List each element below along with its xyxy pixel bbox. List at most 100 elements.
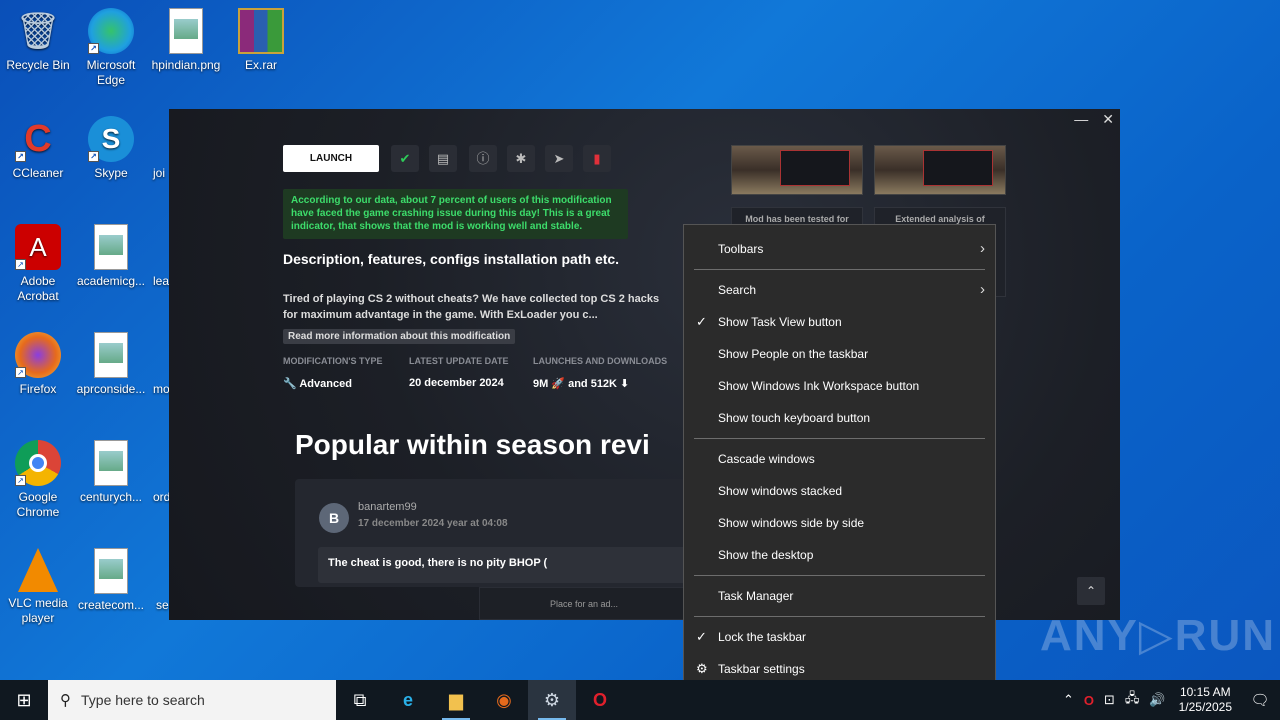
- meta-date-value: 20 december 2024: [409, 377, 504, 389]
- partial-desktop-label: ord: [153, 490, 171, 504]
- network-icon[interactable]: 🖧: [1125, 689, 1140, 711]
- desktop-icon-hpindian-png[interactable]: hpindian.png: [148, 8, 224, 73]
- acrobat-icon: A ↗: [15, 224, 61, 270]
- menu-item-show-people[interactable]: Show People on the taskbar: [684, 338, 995, 370]
- skype-icon: S ↗: [88, 116, 134, 162]
- desktop-icon-label: CCleaner: [12, 166, 64, 180]
- menu-item-cascade-windows[interactable]: Cascade windows: [684, 443, 995, 475]
- desktop-icon-label: Recycle Bin: [6, 58, 70, 72]
- ccleaner-icon: C ↗: [15, 116, 61, 162]
- meta-date-heading: LATEST UPDATE DATE: [409, 356, 509, 366]
- bug-icon[interactable]: ✱: [507, 145, 535, 172]
- tray-overflow-chevron-icon[interactable]: ⌃: [1063, 692, 1074, 708]
- meta-type-value: 🔧 Advanced: [283, 377, 352, 390]
- notification-icon[interactable]: 🗨: [1240, 691, 1280, 709]
- window-controls: — ✕: [1074, 111, 1114, 128]
- desktop-icon-ccleaner[interactable]: C ↗ CCleaner: [0, 116, 76, 181]
- opera-taskbar-icon[interactable]: O: [576, 680, 624, 720]
- desktop-icon-ex-rar[interactable]: Ex.rar: [223, 8, 299, 73]
- clock-date: 1/25/2025: [1178, 700, 1232, 714]
- edge-icon: ↗: [88, 8, 134, 54]
- menu-item-show-desktop[interactable]: Show the desktop: [684, 539, 995, 571]
- menu-item-search[interactable]: Search ›: [684, 274, 995, 306]
- menu-separator: [694, 438, 985, 439]
- desktop-icon-label: Google Chrome: [16, 490, 60, 519]
- avatar: B: [319, 503, 349, 533]
- document-icon[interactable]: ▤: [429, 145, 457, 172]
- desktop-icon-google-chrome[interactable]: ↗ Google Chrome: [0, 440, 76, 520]
- taskbar-search-input[interactable]: ⚲ Type here to search: [48, 680, 336, 720]
- scroll-top-button[interactable]: ⌃: [1077, 577, 1105, 605]
- device-tray-icon[interactable]: ⊡: [1104, 692, 1115, 708]
- winrar-archive-icon: [238, 8, 284, 54]
- search-placeholder: Type here to search: [81, 692, 205, 708]
- desktop-icon-vlc[interactable]: VLC media player: [0, 548, 76, 626]
- menu-item-windows-side-by-side[interactable]: Show windows side by side: [684, 507, 995, 539]
- desktop-icon-label: aprconside...: [76, 382, 146, 396]
- minimize-button[interactable]: —: [1074, 111, 1088, 128]
- partial-desktop-label: se: [156, 598, 169, 612]
- desktop-icon-label: centurych...: [79, 490, 143, 504]
- image-file-icon: [94, 224, 128, 270]
- clock[interactable]: 10:15 AM 1/25/2025: [1179, 685, 1232, 715]
- task-view-icon[interactable]: ⧉: [336, 680, 384, 720]
- file-explorer-icon[interactable]: ▆: [432, 680, 480, 720]
- screenshot-thumbnail[interactable]: [731, 145, 863, 195]
- read-more-button[interactable]: Read more information about this modific…: [283, 329, 516, 344]
- desktop-icon-firefox[interactable]: ↗ Firefox: [0, 332, 76, 397]
- desktop-icon-label: Firefox: [19, 382, 57, 396]
- menu-item-toolbars[interactable]: Toolbars ›: [684, 233, 995, 265]
- windows-start-icon[interactable]: ⊞: [0, 680, 48, 720]
- edge-taskbar-icon[interactable]: e: [384, 680, 432, 720]
- desktop-icon-microsoft-edge[interactable]: ↗ Microsoft Edge: [73, 8, 149, 88]
- system-tray: ⌃ O ⊡ 🖧 🔊 10:15 AM 1/25/2025 🗨: [1058, 680, 1280, 720]
- image-file-icon: [94, 440, 128, 486]
- menu-item-label: Toolbars: [718, 242, 764, 256]
- menu-item-label: Show Windows Ink Workspace button: [718, 379, 920, 393]
- opera-tray-icon[interactable]: O: [1084, 693, 1094, 708]
- exloader-taskbar-icon[interactable]: ⚙: [528, 680, 576, 720]
- delete-icon[interactable]: ▮: [583, 145, 611, 172]
- desktop-icon-academicg[interactable]: academicg...: [73, 224, 149, 289]
- desktop-icon-aprconside[interactable]: aprconside...: [73, 332, 149, 397]
- menu-item-label: Task Manager: [718, 589, 794, 603]
- image-file-icon: [169, 8, 203, 54]
- ad-placeholder[interactable]: Place for an ad...: [479, 587, 689, 620]
- menu-item-label: Show touch keyboard button: [718, 411, 871, 425]
- telegram-icon[interactable]: ➤: [545, 145, 573, 172]
- menu-item-label: Show the desktop: [718, 548, 814, 562]
- menu-item-label: Show Task View button: [718, 315, 842, 329]
- description-heading: Description, features, configs installat…: [283, 251, 620, 267]
- menu-separator: [694, 575, 985, 576]
- check-icon: ✓: [696, 314, 707, 329]
- desktop-icon-skype[interactable]: S ↗ Skype: [73, 116, 149, 181]
- launch-button[interactable]: LAUNCH: [283, 145, 379, 172]
- shield-icon[interactable]: ✔: [391, 145, 419, 172]
- description-text: Tired of playing CS 2 without cheats? We…: [283, 293, 660, 321]
- clock-time: 10:15 AM: [1179, 685, 1231, 699]
- volume-icon[interactable]: 🔊: [1149, 692, 1165, 708]
- menu-item-show-task-view[interactable]: ✓ Show Task View button: [684, 306, 995, 338]
- image-file-icon: [94, 548, 128, 594]
- firefox-taskbar-icon[interactable]: ◉: [480, 680, 528, 720]
- close-button[interactable]: ✕: [1102, 111, 1114, 128]
- screenshot-thumbnail[interactable]: [874, 145, 1006, 195]
- desktop-icon-adobe-acrobat[interactable]: A ↗ Adobe Acrobat: [0, 224, 76, 304]
- menu-item-show-ink-workspace[interactable]: Show Windows Ink Workspace button: [684, 370, 995, 402]
- menu-item-task-manager[interactable]: Task Manager: [684, 580, 995, 612]
- menu-item-lock-taskbar[interactable]: ✓ Lock the taskbar: [684, 621, 995, 653]
- desktop-icon-centurych[interactable]: centurych...: [73, 440, 149, 505]
- menu-item-label: Search: [718, 283, 757, 297]
- desktop-icon-createcom[interactable]: createcom...: [73, 548, 149, 613]
- menu-item-windows-stacked[interactable]: Show windows stacked: [684, 475, 995, 507]
- chevron-right-icon: ›: [980, 281, 985, 298]
- review-date: 17 december 2024 year at 04:08: [358, 518, 508, 529]
- desktop-icon-recycle-bin[interactable]: 🗑 Recycle Bin: [0, 8, 76, 73]
- menu-item-show-touch-keyboard[interactable]: Show touch keyboard button: [684, 402, 995, 434]
- menu-item-label: Taskbar settings: [718, 662, 805, 676]
- meta-launch-heading: LAUNCHES AND DOWNLOADS: [533, 356, 668, 366]
- menu-item-label: Show People on the taskbar: [718, 347, 869, 361]
- menu-separator: [694, 269, 985, 270]
- menu-separator: [694, 616, 985, 617]
- info-icon[interactable]: ⓘ: [469, 145, 497, 172]
